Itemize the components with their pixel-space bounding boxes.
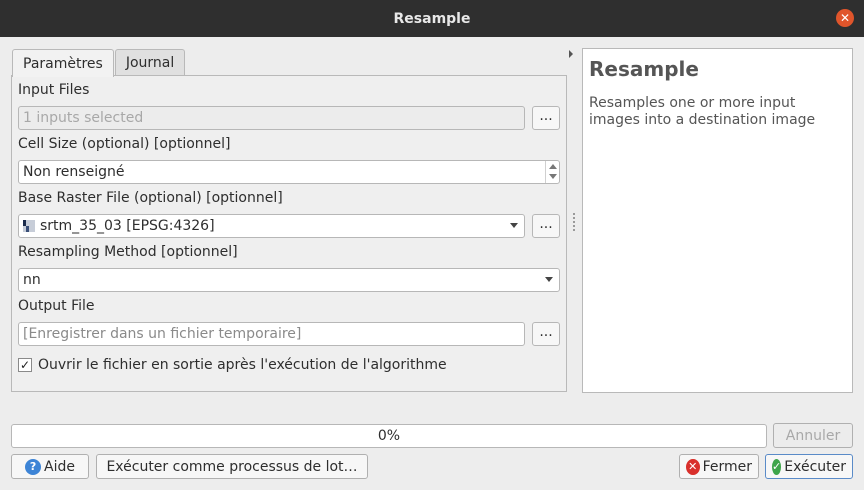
tab-bar: Paramètres Journal [12,49,186,77]
input-files-field: 1 inputs selected [18,106,525,130]
cancel-button[interactable]: Annuler [773,423,853,448]
input-files-label: Input Files [18,82,90,98]
spinbox-arrows[interactable] [545,161,559,183]
cell-size-spinbox[interactable]: Non renseigné [18,160,560,184]
open-output-row[interactable]: ✓ Ouvrir le fichier en sortie après l'ex… [18,357,447,373]
cell-size-label: Cell Size (optional) [optionnel] [18,136,231,152]
help-text: Resamples one or more input images into … [589,95,816,128]
tab-journal[interactable]: Journal [114,49,186,76]
splitter-handle[interactable] [573,213,575,231]
open-output-checkbox[interactable]: ✓ [18,358,32,372]
chevron-down-icon [510,223,518,228]
close-icon: ✕ [686,458,700,475]
progress-bar: 0% [11,424,767,448]
window-titlebar: Resample ✕ [0,0,864,37]
progress-text: 0% [377,428,401,444]
output-file-browse-button[interactable]: ... [532,322,560,346]
parameters-panel: Input Files 1 inputs selected ... Cell S… [11,75,567,392]
raster-layer-icon [23,220,35,232]
help-button[interactable]: ? Aide [11,454,89,479]
run-button[interactable]: ✓ Exécuter [765,454,853,479]
base-raster-browse-button[interactable]: ... [532,214,560,238]
output-file-label: Output File [18,298,95,314]
window-title: Resample [393,10,471,27]
help-button-label: Aide [44,458,75,475]
resampling-method-value: nn [23,272,41,288]
dialog-body: Paramètres Journal Input Files 1 inputs … [0,37,864,490]
tab-parametres[interactable]: Paramètres [12,49,114,77]
close-button[interactable]: ✕ Fermer [679,454,759,479]
chevron-down-icon [545,277,553,282]
output-file-field[interactable]: [Enregistrer dans un fichier temporaire] [18,322,525,346]
input-files-browse-button[interactable]: ... [532,106,560,130]
close-button-label: Fermer [702,458,752,475]
help-title: Resample [589,57,699,81]
cell-size-value: Non renseigné [23,164,125,180]
spin-down-icon[interactable] [549,174,557,179]
spin-up-icon[interactable] [549,164,557,169]
help-icon: ? [25,458,42,475]
output-file-placeholder: [Enregistrer dans un fichier temporaire] [23,326,302,342]
batch-process-button[interactable]: Exécuter comme processus de lot… [96,454,368,479]
resampling-method-label: Resampling Method [optionnel] [18,244,238,260]
resampling-method-combo[interactable]: nn [18,268,560,292]
checkmark-icon: ✓ [772,458,782,475]
help-panel: Resample Resamples one or more input ima… [582,48,853,393]
base-raster-combo[interactable]: srtm_35_03 [EPSG:4326] [18,214,525,238]
open-output-label[interactable]: Ouvrir le fichier en sortie après l'exéc… [38,357,447,373]
input-files-value: 1 inputs selected [23,110,144,126]
base-raster-label: Base Raster File (optional) [optionnel] [18,190,283,206]
window-close-icon[interactable]: ✕ [836,9,854,27]
base-raster-value: srtm_35_03 [EPSG:4326] [40,218,215,234]
collapse-arrow-icon[interactable] [569,50,573,58]
run-button-label: Exécuter [784,458,846,475]
